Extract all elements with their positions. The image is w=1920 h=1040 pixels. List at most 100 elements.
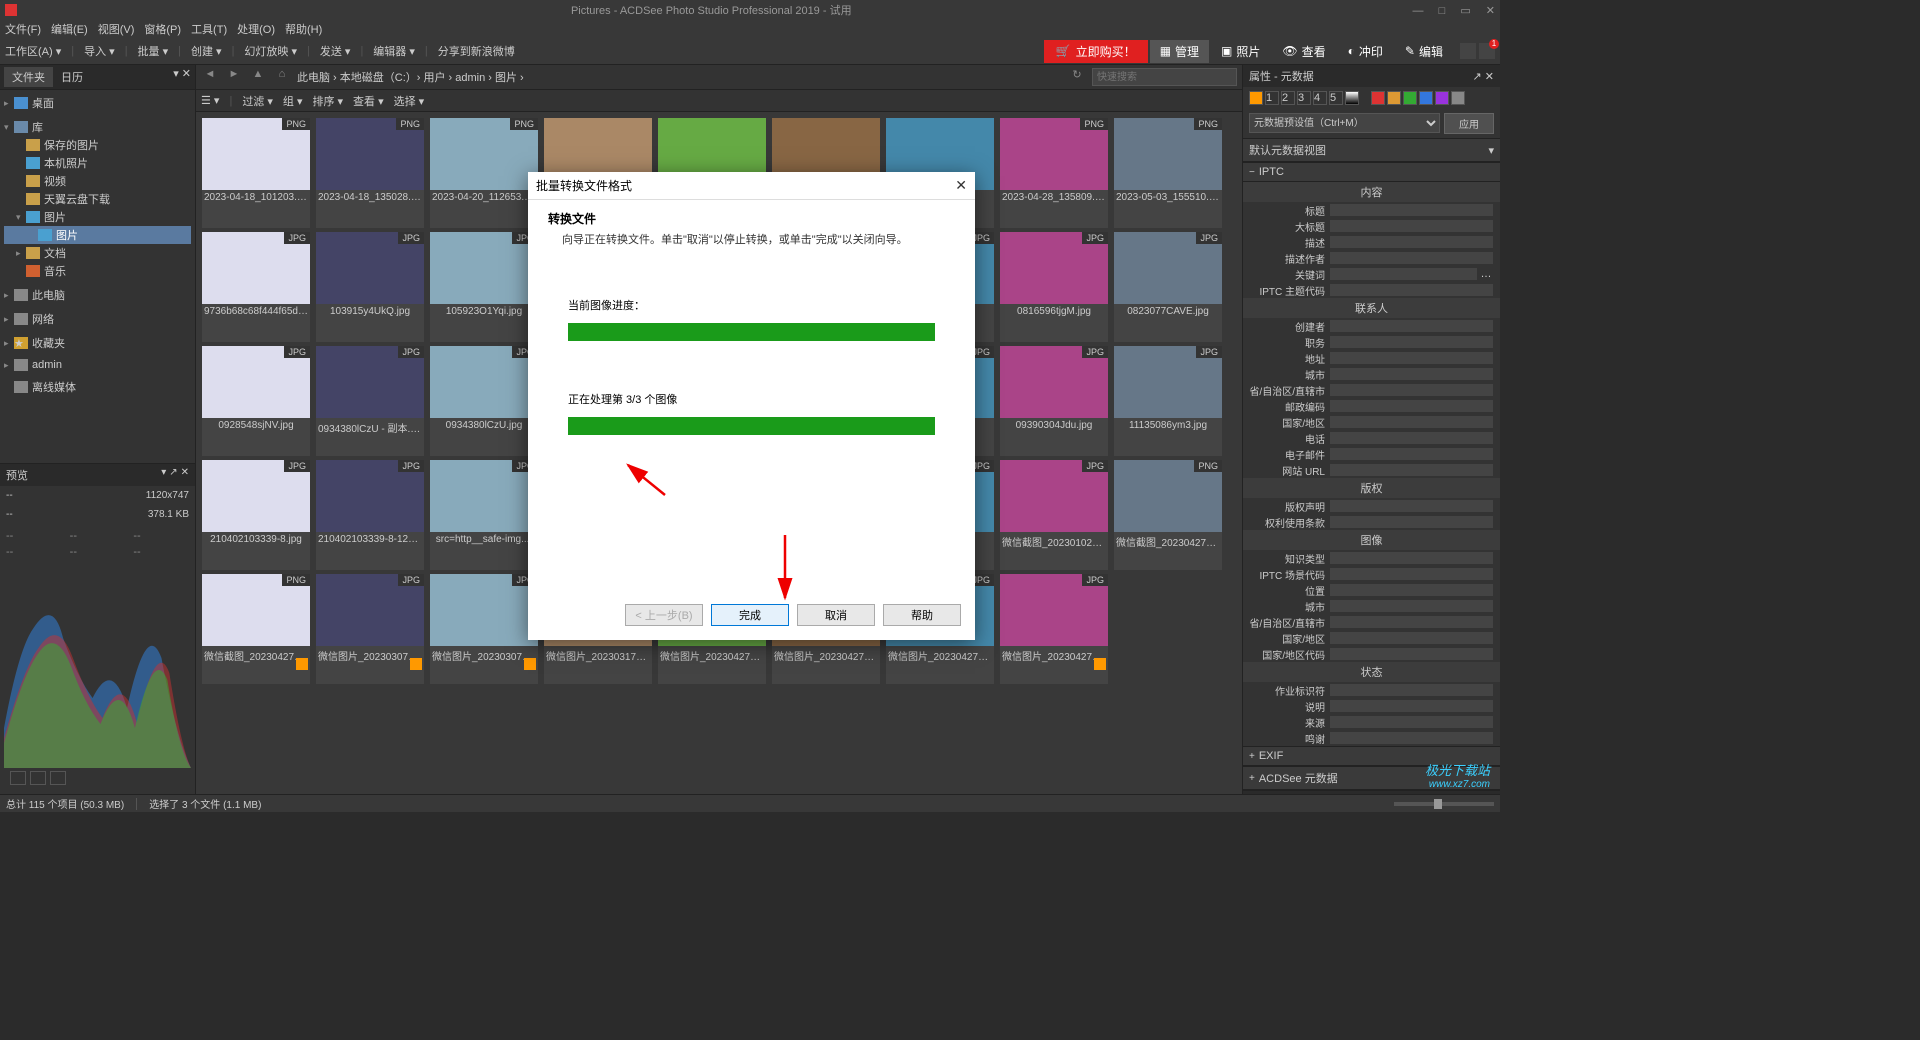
thumbnail[interactable]: PNG2023-04-28_135809.png [1000,118,1108,228]
tree-lib[interactable]: ▾库 [4,118,191,136]
thumbnail[interactable]: JPG微信截图_20230102154... [1000,460,1108,570]
tree-network[interactable]: ▸网络 [4,310,191,328]
tab-organize[interactable]: 整理 [1296,791,1338,794]
field-countrycode[interactable] [1329,647,1494,661]
field-ack[interactable] [1329,731,1494,745]
view-dd[interactable]: 查看 ▾ [353,93,384,109]
tb-workspace[interactable]: 工作区(A) ▾ [5,43,61,59]
histo-mode-3[interactable] [50,771,66,785]
tree-cloud[interactable]: 天翼云盘下载 [4,190,191,208]
metadata-preset-select[interactable]: 元数据预设值（Ctrl+M） [1249,113,1440,133]
dialog-close-icon[interactable]: ✕ [955,177,967,194]
thumbnail[interactable]: JPG210402103339-8-1200... [316,460,424,570]
menu-process[interactable]: 处理(O) [237,21,275,37]
rating-3[interactable]: 3 [1297,91,1311,105]
tree-thispc[interactable]: ▸此电脑 [4,286,191,304]
field-rights[interactable] [1329,515,1494,529]
mode-manage[interactable]: ▦管理 [1150,40,1209,63]
finish-button[interactable]: 完成 [711,604,789,626]
preview-close-icon[interactable]: ✕ [181,467,189,483]
thumbnail[interactable]: PNG微信截图_2023042711 3... [202,574,310,684]
minimize-icon[interactable]: — [1413,5,1424,17]
mode-print[interactable]: ◐冲印 [1338,40,1393,63]
field-creator[interactable] [1329,319,1494,333]
nav-home-icon[interactable]: ⌂ [273,68,291,86]
tree-offline[interactable]: 离线媒体 [4,378,191,396]
label-bw[interactable] [1345,91,1359,105]
quick-search-input[interactable] [1092,68,1237,86]
field-city[interactable] [1329,367,1494,381]
default-view-header[interactable]: 默认元数据视图▾ [1243,138,1500,162]
prop-pop-icon[interactable]: ↗ [1473,71,1482,83]
panel-close-icon[interactable]: ✕ [182,67,191,87]
thumbnail[interactable]: JPG0934380lCzU.jpg [430,346,538,456]
tree-video[interactable]: 视频 [4,172,191,190]
thumbnail[interactable]: JPG0816596tjgM.jpg [1000,232,1108,342]
prop-close-icon[interactable]: ✕ [1485,71,1494,83]
field-country[interactable] [1329,415,1494,429]
thumbnail[interactable]: JPG11135086ym3.jpg [1114,346,1222,456]
apply-button[interactable]: 应用 [1444,113,1494,134]
tree-camera[interactable]: 本机照片 [4,154,191,172]
thumbnail[interactable]: JPG微信图片_20230427125... [1000,574,1108,684]
field-addr[interactable] [1329,351,1494,365]
rating-4[interactable]: 4 [1313,91,1327,105]
buy-button[interactable]: 🛒立即购买！ [1044,40,1148,63]
tab-file[interactable]: 文件 [1338,791,1380,794]
field-desc[interactable] [1329,235,1494,249]
tb-create[interactable]: 创建 ▾ [191,43,222,59]
iptc-header[interactable]: −IPTC [1243,162,1500,182]
field-copynotice[interactable] [1329,499,1494,513]
thumbnail[interactable]: PNG2023-04-18_135028.png [316,118,424,228]
tree-favorites[interactable]: ▸★收藏夹 [4,334,191,352]
field-scene[interactable] [1329,567,1494,581]
thumbnail[interactable]: JPG09390304Jdu.jpg [1000,346,1108,456]
thumbnail[interactable]: JPG9736b68c68f444f65d4... [202,232,310,342]
filterbar-icon[interactable]: ☰ ▾ [201,94,219,107]
clr-red[interactable] [1371,91,1385,105]
clr-green[interactable] [1403,91,1417,105]
exif-header[interactable]: +EXIF [1243,746,1500,766]
menu-edit[interactable]: 编辑(E) [51,21,88,37]
thumbnail[interactable]: JPG103915y4UkQ.jpg [316,232,424,342]
field-url[interactable] [1329,463,1494,477]
field-country2[interactable] [1329,631,1494,645]
menu-help[interactable]: 帮助(H) [285,21,322,37]
rating-5[interactable]: 5 [1329,91,1343,105]
mode-edit[interactable]: ✎编辑 [1395,40,1453,63]
thumbnail[interactable]: JPG微信图片_20230307153... [316,574,424,684]
field-keywords[interactable] [1329,267,1478,281]
thumbnail[interactable]: PNG2023-04-20_112653.png [430,118,538,228]
tb-send[interactable]: 发送 ▾ [320,43,351,59]
thumbnail[interactable]: PNG微信截图_20230427104... [1114,460,1222,570]
thumbnail[interactable]: PNG2023-04-18_101203.png [202,118,310,228]
thumbnail[interactable]: PNG2023-05-03_155510.png [1114,118,1222,228]
field-title[interactable] [1329,203,1494,217]
reduce-icon[interactable]: ▭ [1460,5,1470,17]
thumbnail[interactable]: JPG微信图片_20230307153... [430,574,538,684]
thumbnail[interactable]: JPG0934380lCzU - 副本.jpg [316,346,424,456]
graph-btn-2[interactable]: 1 [1479,43,1495,59]
field-postcode[interactable] [1329,399,1494,413]
field-instr[interactable] [1329,699,1494,713]
field-state2[interactable] [1329,615,1494,629]
field-jobtitle[interactable] [1329,335,1494,349]
tree-desktop[interactable]: ▸桌面 [4,94,191,112]
help-button[interactable]: 帮助 [883,604,961,626]
rating-1[interactable]: 1 [1265,91,1279,105]
nav-refresh-icon[interactable]: ↻ [1068,68,1086,86]
tb-batch[interactable]: 批量 ▾ [138,43,169,59]
keywords-more-icon[interactable]: … [1478,268,1494,280]
menu-view[interactable]: 视图(V) [98,21,135,37]
breadcrumb[interactable]: 此电脑 › 本地磁盘（C:）› 用户 › admin › 图片 › [297,69,1062,85]
filter-dd[interactable]: 过滤 ▾ [242,93,273,109]
field-bigtitle[interactable] [1329,219,1494,233]
tree-pics-sub[interactable]: 图片 [4,226,191,244]
tab-calendar[interactable]: 日历 [53,67,91,87]
tree-user[interactable]: ▸admin [4,358,191,372]
menu-panes[interactable]: 窗格(P) [144,21,181,37]
field-jobid[interactable] [1329,683,1494,697]
thumbnail[interactable]: JPG210402103339-8.jpg [202,460,310,570]
histo-mode-1[interactable] [10,771,26,785]
close-icon[interactable]: ✕ [1486,5,1495,17]
